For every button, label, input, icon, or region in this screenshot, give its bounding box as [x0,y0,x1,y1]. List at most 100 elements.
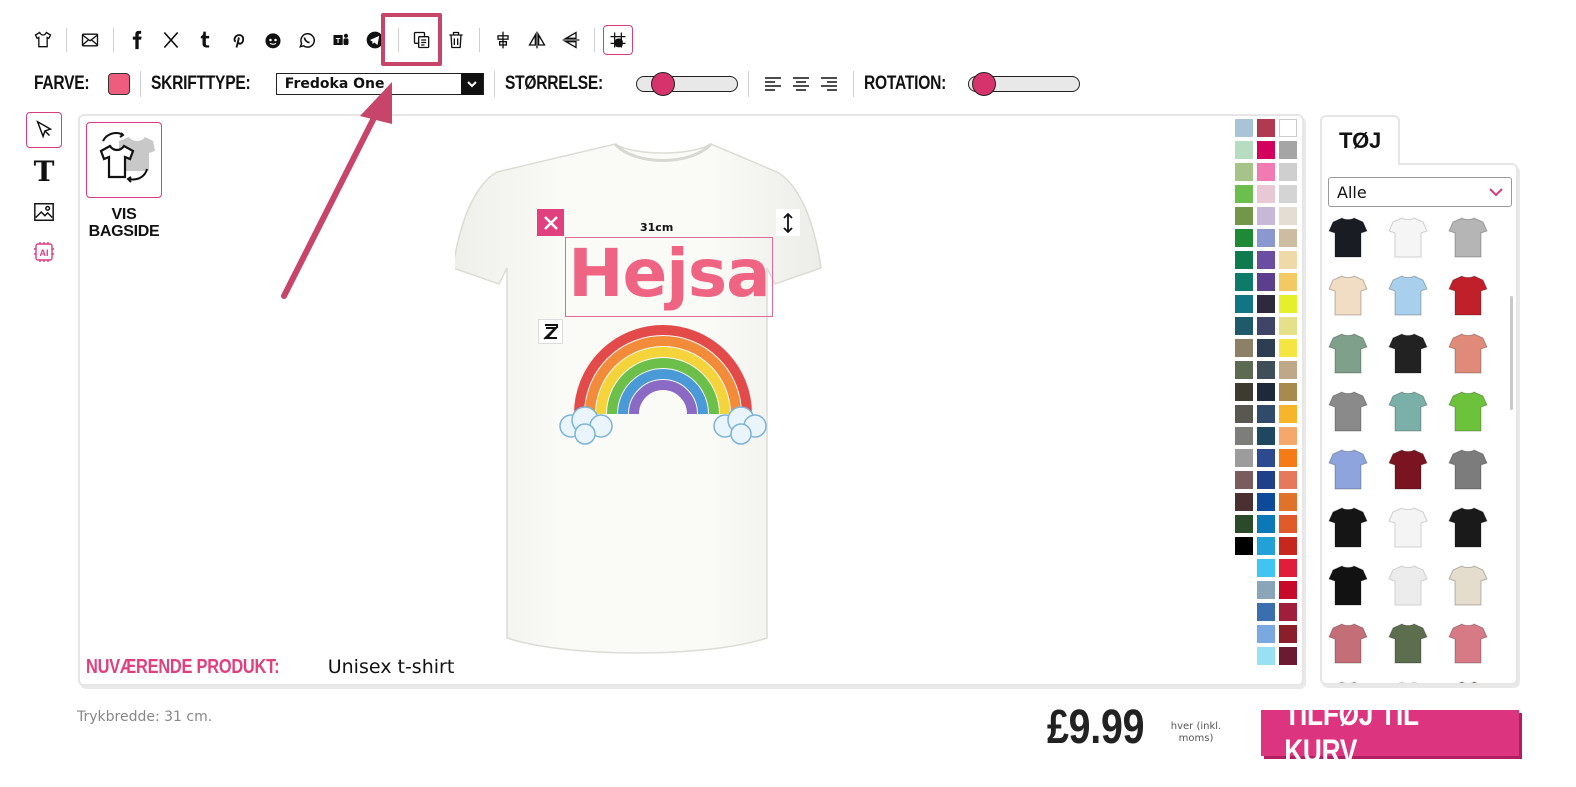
color-swatch[interactable] [1257,229,1275,247]
color-swatch[interactable] [1279,537,1297,555]
color-swatch[interactable] [1257,647,1275,665]
product-polo-green[interactable] [1448,389,1488,433]
color-swatch[interactable] [1235,405,1253,423]
product-item-brown[interactable] [1448,679,1488,683]
ai-icon[interactable]: AI [26,235,62,271]
color-swatch[interactable] [1279,471,1297,489]
product-tshirt-black[interactable] [1328,215,1368,259]
color-swatch[interactable] [1279,339,1297,357]
tshirt-icon[interactable] [28,25,58,55]
color-swatch[interactable] [1257,427,1275,445]
color-swatch[interactable] [1279,603,1297,621]
color-swatch[interactable] [1235,141,1253,159]
x-icon[interactable] [156,25,186,55]
color-swatch[interactable] [1279,207,1297,225]
add-to-cart-button[interactable]: TILFØJ TIL KURV [1261,696,1519,769]
color-swatch[interactable] [1279,273,1297,291]
product-scrollbar[interactable] [1510,296,1513,410]
color-swatch[interactable] [1279,185,1297,203]
color-swatch[interactable] [1279,295,1297,313]
product-vneck-blue[interactable] [1328,447,1368,491]
color-swatch[interactable] [1279,229,1297,247]
color-swatch[interactable] [1257,361,1275,379]
color-swatch[interactable] [1235,317,1253,335]
color-swatch[interactable] [1235,229,1253,247]
color-swatch[interactable] [1279,625,1297,643]
product-tshirt-grey[interactable] [1448,447,1488,491]
color-swatch[interactable] [1257,119,1275,137]
color-swatch[interactable] [1279,449,1297,467]
product-tshirt-cream[interactable] [1328,273,1368,317]
size-slider-knob[interactable] [650,72,675,96]
text-color-swatch[interactable] [107,73,130,95]
rotation-slider[interactable] [968,72,1081,96]
color-swatch[interactable] [1279,581,1297,599]
color-swatch[interactable] [1257,339,1275,357]
text-icon[interactable]: T [26,153,62,189]
reddit-icon[interactable] [258,25,288,55]
align-center-icon[interactable] [787,72,815,96]
pinterest-icon[interactable] [224,25,254,55]
flip-horizontal-icon[interactable] [522,25,552,55]
align-right-icon[interactable] [815,72,843,96]
color-swatch[interactable] [1235,515,1253,533]
product-tshirt-lightblue[interactable] [1388,273,1428,317]
color-swatch[interactable] [1257,273,1275,291]
product-longsleeve-pink[interactable] [1328,621,1368,665]
color-swatch[interactable] [1257,141,1275,159]
color-swatch[interactable] [1235,273,1253,291]
size-slider[interactable] [636,72,739,96]
color-swatch[interactable] [1257,537,1275,555]
color-swatch[interactable] [1235,383,1253,401]
teams-icon[interactable]: T [326,25,356,55]
color-swatch[interactable] [1235,295,1253,313]
delete-icon[interactable] [441,25,471,55]
color-swatch[interactable] [1279,361,1297,379]
edit-text-button[interactable] [538,319,563,344]
product-crop-grey[interactable] [1328,389,1368,433]
rotation-slider-knob[interactable] [971,72,996,96]
product-item-pink[interactable] [1328,679,1368,683]
product-tshirt-black-2[interactable] [1328,505,1368,549]
color-swatch[interactable] [1257,405,1275,423]
font-select[interactable]: Fredoka One [275,73,484,95]
color-swatch[interactable] [1257,383,1275,401]
design-text-element[interactable]: Hejsa [565,230,773,318]
product-dress-white[interactable] [1388,563,1428,607]
align-left-icon[interactable] [759,72,787,96]
color-swatch[interactable] [1279,647,1297,665]
color-swatch[interactable] [1279,317,1297,335]
product-longsleeve-maroon[interactable] [1388,447,1428,491]
view-back-button[interactable] [86,122,162,198]
color-swatch[interactable] [1257,493,1275,511]
color-swatch[interactable] [1279,383,1297,401]
pointer-icon[interactable] [26,112,62,148]
color-swatch[interactable] [1279,515,1297,533]
product-hoodie-grey[interactable] [1448,215,1488,259]
product-hoodie-dyed[interactable] [1388,389,1428,433]
color-swatch[interactable] [1257,207,1275,225]
color-swatch[interactable] [1235,361,1253,379]
color-swatch[interactable] [1279,251,1297,269]
product-tank-pink[interactable] [1448,621,1488,665]
color-swatch[interactable] [1257,559,1275,577]
color-swatch[interactable] [1257,625,1275,643]
color-swatch[interactable] [1279,141,1297,159]
color-swatch[interactable] [1257,317,1275,335]
color-swatch[interactable] [1235,251,1253,269]
color-swatch[interactable] [1235,163,1253,181]
color-swatch[interactable] [1279,493,1297,511]
category-select[interactable]: Alle [1328,177,1512,207]
color-swatch[interactable] [1235,427,1253,445]
product-item-white[interactable] [1388,679,1428,683]
whatsapp-icon[interactable] [292,25,322,55]
color-swatch[interactable] [1235,339,1253,357]
flip-vertical-icon[interactable] [556,25,586,55]
image-icon[interactable] [26,194,62,230]
remove-element-button[interactable] [537,209,564,236]
product-varsity-red[interactable] [1448,273,1488,317]
tumblr-icon[interactable] [190,25,220,55]
color-swatch[interactable] [1235,449,1253,467]
product-longsleeve-green[interactable] [1328,331,1368,375]
product-tshirt-white[interactable] [1388,505,1428,549]
